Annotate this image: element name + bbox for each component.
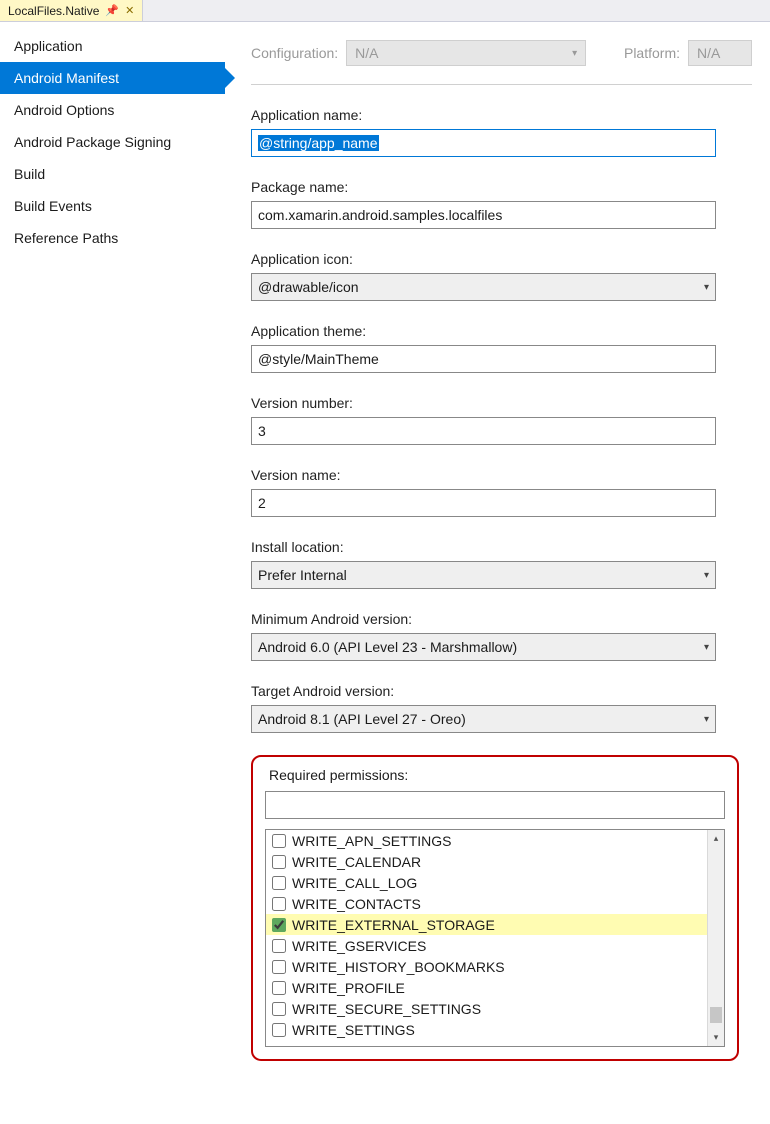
scrollbar[interactable]: ▴ ▾ (707, 830, 724, 1046)
chevron-down-icon: ▾ (704, 282, 709, 293)
version-name-input[interactable]: 2 (251, 489, 716, 517)
target-android-label: Target Android version: (251, 683, 752, 699)
sidebar-item-android-manifest[interactable]: Android Manifest (0, 62, 225, 94)
package-name-label: Package name: (251, 179, 752, 195)
required-permissions-label: Required permissions: (265, 767, 725, 783)
permission-row[interactable]: WRITE_GSERVICES (266, 935, 707, 956)
version-number-input[interactable]: 3 (251, 417, 716, 445)
tab-title: LocalFiles.Native (8, 4, 99, 18)
scroll-thumb[interactable] (710, 1007, 722, 1023)
sidebar-item-label: Android Package Signing (14, 134, 171, 150)
permission-label: WRITE_SETTINGS (292, 1022, 415, 1038)
sidebar-item-android-options[interactable]: Android Options (0, 94, 225, 126)
package-name-value: com.xamarin.android.samples.localfiles (258, 207, 502, 223)
target-android-value: Android 8.1 (API Level 27 - Oreo) (258, 711, 466, 727)
sidebar-item-label: Android Options (14, 102, 114, 118)
scroll-track[interactable] (708, 847, 724, 1029)
sidebar-item-label: Android Manifest (14, 70, 119, 86)
close-icon[interactable]: ✕ (125, 4, 134, 17)
chevron-down-icon: ▾ (704, 714, 709, 725)
chevron-down-icon: ▾ (704, 570, 709, 581)
permission-checkbox[interactable] (272, 834, 286, 848)
permission-checkbox[interactable] (272, 918, 286, 932)
min-android-value: Android 6.0 (API Level 23 - Marshmallow) (258, 639, 517, 655)
permission-row[interactable]: WRITE_APN_SETTINGS (266, 830, 707, 851)
permission-row[interactable]: WRITE_SECURE_SETTINGS (266, 998, 707, 1019)
pin-icon[interactable]: 📌 (105, 4, 119, 17)
content-panel: Configuration: N/A ▾ Platform: N/A Appli… (225, 22, 770, 1124)
min-android-dropdown[interactable]: Android 6.0 (API Level 23 - Marshmallow)… (251, 633, 716, 661)
permission-row[interactable]: WRITE_CONTACTS (266, 893, 707, 914)
platform-value: N/A (697, 45, 720, 61)
permission-row[interactable]: WRITE_CALL_LOG (266, 872, 707, 893)
permission-checkbox[interactable] (272, 855, 286, 869)
permission-checkbox[interactable] (272, 1023, 286, 1037)
application-icon-label: Application icon: (251, 251, 752, 267)
permission-checkbox[interactable] (272, 1002, 286, 1016)
permission-label: WRITE_SECURE_SETTINGS (292, 1001, 481, 1017)
sidebar-item-label: Build (14, 166, 45, 182)
permission-row[interactable]: WRITE_EXTERNAL_STORAGE (266, 914, 707, 935)
permission-checkbox[interactable] (272, 876, 286, 890)
install-location-label: Install location: (251, 539, 752, 555)
application-name-input[interactable]: @string/app_name (251, 129, 716, 157)
chevron-down-icon: ▾ (704, 642, 709, 653)
configuration-label: Configuration: (251, 45, 338, 61)
scroll-up-icon[interactable]: ▴ (708, 830, 724, 847)
tab-bar: LocalFiles.Native 📌 ✕ (0, 0, 770, 22)
sidebar-item-label: Reference Paths (14, 230, 118, 246)
required-permissions-group: Required permissions: WRITE_APN_SETTINGS… (251, 755, 739, 1061)
sidebar-item-build[interactable]: Build (0, 158, 225, 190)
application-name-label: Application name: (251, 107, 752, 123)
permission-checkbox[interactable] (272, 939, 286, 953)
permissions-list: WRITE_APN_SETTINGS WRITE_CALENDAR WRITE_CA… (265, 829, 725, 1047)
version-name-value: 2 (258, 495, 266, 511)
install-location-value: Prefer Internal (258, 567, 347, 583)
permission-checkbox[interactable] (272, 897, 286, 911)
sidebar-item-reference-paths[interactable]: Reference Paths (0, 222, 225, 254)
version-number-value: 3 (258, 423, 266, 439)
config-row: Configuration: N/A ▾ Platform: N/A (251, 32, 752, 85)
permission-checkbox[interactable] (272, 960, 286, 974)
sidebar-item-android-package-signing[interactable]: Android Package Signing (0, 126, 225, 158)
package-name-input[interactable]: com.xamarin.android.samples.localfiles (251, 201, 716, 229)
configuration-dropdown: N/A ▾ (346, 40, 586, 66)
permission-row[interactable]: WRITE_SETTINGS (266, 1019, 707, 1040)
sidebar-item-build-events[interactable]: Build Events (0, 190, 225, 222)
application-icon-value: @drawable/icon (258, 279, 359, 295)
chevron-down-icon: ▾ (572, 48, 577, 59)
version-name-label: Version name: (251, 467, 752, 483)
permission-label: WRITE_APN_SETTINGS (292, 833, 451, 849)
permission-row[interactable]: WRITE_PROFILE (266, 977, 707, 998)
sidebar-item-application[interactable]: Application (0, 30, 225, 62)
configuration-value: N/A (355, 45, 378, 61)
permission-label: WRITE_EXTERNAL_STORAGE (292, 917, 495, 933)
permission-row[interactable]: WRITE_CALENDAR (266, 851, 707, 872)
permissions-filter-input[interactable] (265, 791, 725, 819)
platform-dropdown: N/A (688, 40, 752, 66)
permission-label: WRITE_GSERVICES (292, 938, 426, 954)
permission-label: WRITE_CONTACTS (292, 896, 421, 912)
application-icon-dropdown[interactable]: @drawable/icon ▾ (251, 273, 716, 301)
min-android-label: Minimum Android version: (251, 611, 752, 627)
target-android-dropdown[interactable]: Android 8.1 (API Level 27 - Oreo) ▾ (251, 705, 716, 733)
application-theme-input[interactable]: @style/MainTheme (251, 345, 716, 373)
permission-row[interactable]: WRITE_HISTORY_BOOKMARKS (266, 956, 707, 977)
permission-label: WRITE_HISTORY_BOOKMARKS (292, 959, 505, 975)
scroll-down-icon[interactable]: ▾ (708, 1029, 724, 1046)
version-number-label: Version number: (251, 395, 752, 411)
sidebar: Application Android Manifest Android Opt… (0, 22, 225, 1124)
application-name-value: @string/app_name (258, 135, 379, 151)
application-theme-value: @style/MainTheme (258, 351, 379, 367)
install-location-dropdown[interactable]: Prefer Internal ▾ (251, 561, 716, 589)
sidebar-item-label: Build Events (14, 198, 92, 214)
application-theme-label: Application theme: (251, 323, 752, 339)
permission-label: WRITE_CALENDAR (292, 854, 421, 870)
document-tab[interactable]: LocalFiles.Native 📌 ✕ (0, 0, 143, 21)
platform-label: Platform: (624, 45, 680, 61)
permission-checkbox[interactable] (272, 981, 286, 995)
permission-label: WRITE_PROFILE (292, 980, 405, 996)
sidebar-item-label: Application (14, 38, 83, 54)
permission-label: WRITE_CALL_LOG (292, 875, 417, 891)
